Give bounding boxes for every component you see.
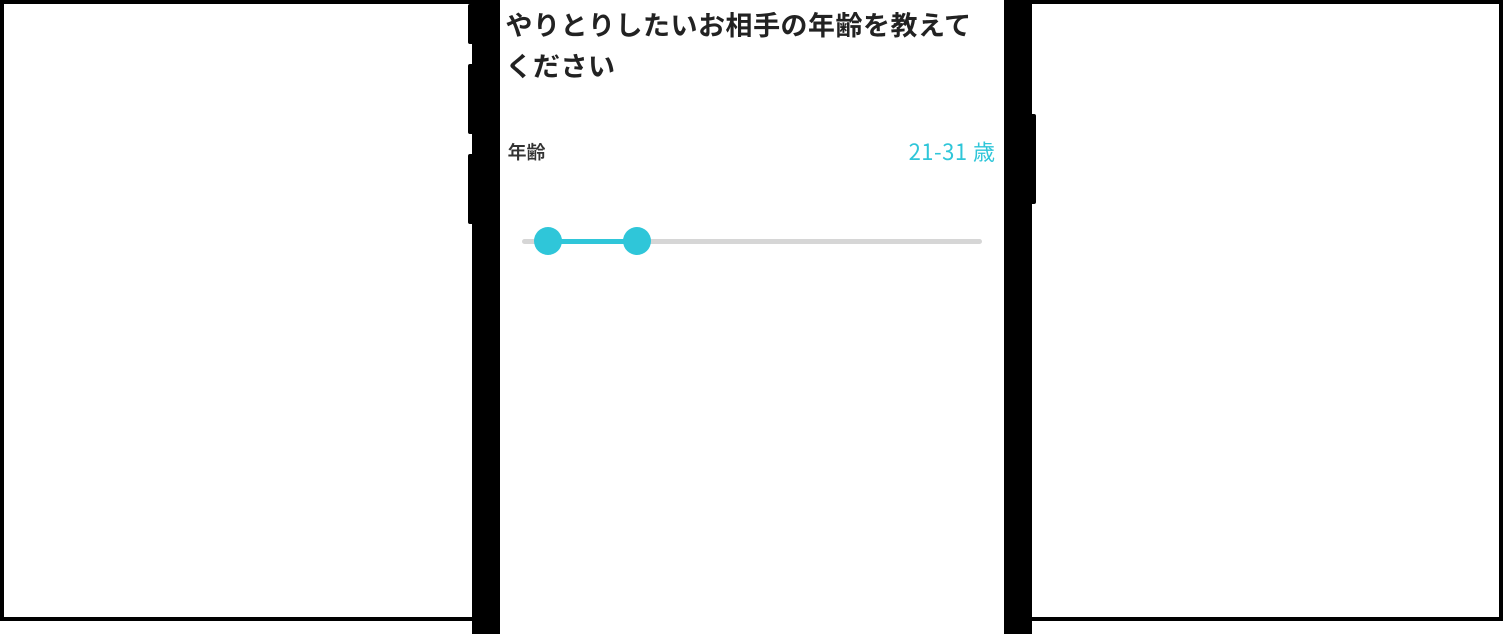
phone-volume-up bbox=[468, 64, 472, 134]
slider-thumb-low[interactable] bbox=[534, 227, 562, 255]
age-slider-header: 年齢 21-31 歳 bbox=[506, 135, 998, 167]
page-title: やりとりしたいお相手の年齢を教えてください bbox=[506, 4, 998, 85]
phone-volume-down bbox=[468, 154, 472, 224]
age-range-slider[interactable] bbox=[522, 227, 982, 257]
age-slider-value: 21-31 歳 bbox=[909, 135, 996, 167]
age-slider-label: 年齢 bbox=[508, 138, 546, 165]
phone-screen: やりとりしたいお相手の年齢を教えてください 年齢 21-31 歳 bbox=[500, 0, 1004, 634]
phone-power-button bbox=[1032, 114, 1036, 204]
slider-thumb-high[interactable] bbox=[623, 227, 651, 255]
phone-frame: やりとりしたいお相手の年齢を教えてください 年齢 21-31 歳 bbox=[472, 0, 1032, 634]
phone-mute-switch bbox=[468, 4, 472, 44]
